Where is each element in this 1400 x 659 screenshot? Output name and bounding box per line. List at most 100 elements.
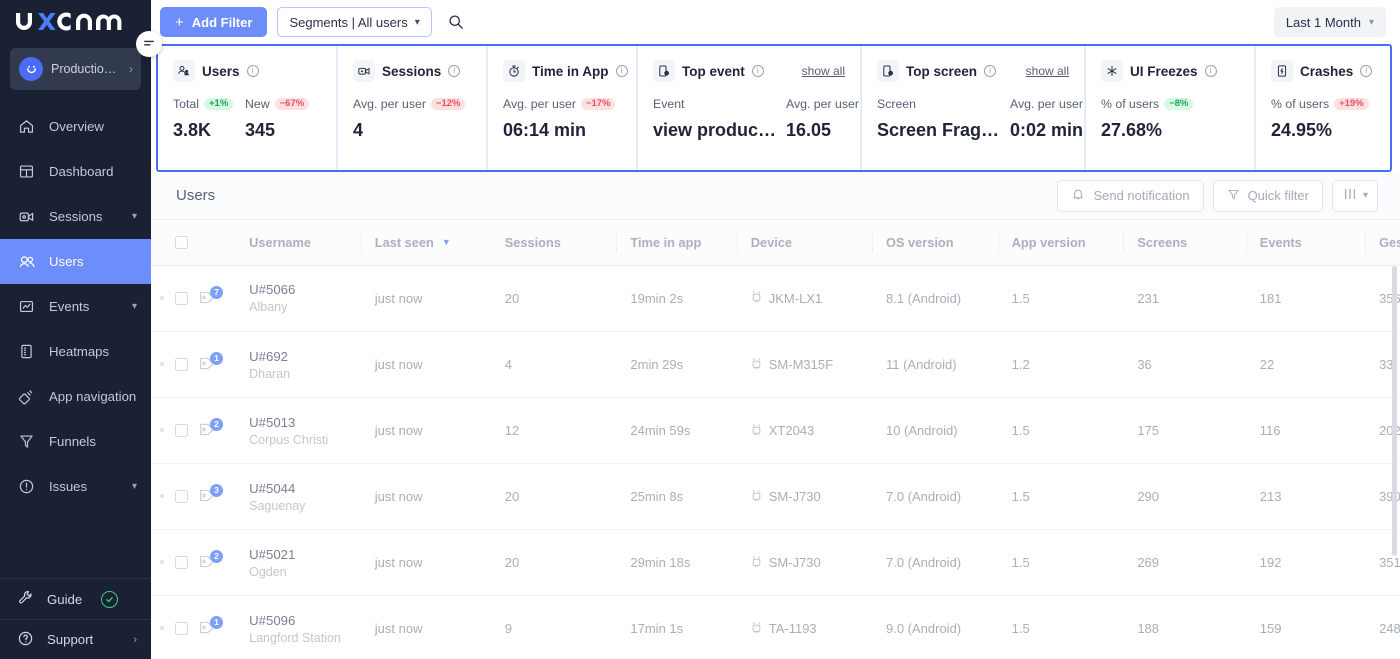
- row-checkbox[interactable]: [175, 622, 188, 635]
- users-table-container[interactable]: Username Last seen ▼ Sessions: [151, 220, 1400, 659]
- sidebar-item-app-navigation[interactable]: App navigation: [0, 374, 151, 419]
- sidebar-item-sessions[interactable]: Sessions ▾: [0, 194, 151, 239]
- sidebar-item-overview[interactable]: Overview: [0, 104, 151, 149]
- sidebar-collapse-button[interactable]: [136, 31, 162, 57]
- column-header-screens[interactable]: Screens: [1123, 220, 1245, 265]
- info-icon[interactable]: i: [448, 65, 460, 77]
- row-select-cell: 7: [151, 266, 235, 332]
- table-row[interactable]: 2U#5013Corpus Christijust now1224min 59s…: [151, 398, 1400, 464]
- cell-username[interactable]: U#5066Albany: [235, 265, 361, 332]
- table-row[interactable]: 1U#692Dharanjust now42min 29sSM-M315F11 …: [151, 332, 1400, 398]
- row-checkbox[interactable]: [175, 358, 188, 371]
- cell-username[interactable]: U#692Dharan: [235, 332, 361, 398]
- cell-username[interactable]: U#5044Saguenay: [235, 464, 361, 530]
- stat-card-time-in-app[interactable]: Time in App i Avg. per user −17% 06:14 m…: [488, 46, 636, 170]
- tag-icon[interactable]: 2: [199, 422, 218, 439]
- table-body: 7U#5066Albanyjust now2019min 2sJKM-LX18.…: [151, 265, 1400, 659]
- table-row[interactable]: 1U#5096Langford Stationjust now917min 1s…: [151, 596, 1400, 659]
- stat-metric-label: Event: [653, 97, 786, 111]
- column-header-app-version[interactable]: App version: [998, 220, 1124, 265]
- stat-metric-label: Avg. per user −12%: [353, 97, 465, 111]
- column-header-time-in-app[interactable]: Time in app: [616, 220, 736, 265]
- heatmaps-icon: [17, 342, 36, 361]
- cell-username[interactable]: U#5021Ogden: [235, 530, 361, 596]
- project-selector[interactable]: Productio… ›: [10, 48, 141, 90]
- chevron-down-icon[interactable]: ▾: [132, 211, 137, 222]
- sidebar-item-issues[interactable]: Issues ▾: [0, 464, 151, 509]
- stat-metric-label: Screen: [877, 97, 1010, 111]
- chevron-down-icon[interactable]: ▾: [132, 301, 137, 312]
- home-icon: [17, 117, 36, 136]
- info-icon[interactable]: i: [616, 65, 628, 77]
- dashboard-icon: [17, 162, 36, 181]
- cell-username[interactable]: U#5013Corpus Christi: [235, 398, 361, 464]
- cell-username[interactable]: U#5096Langford Station: [235, 596, 361, 659]
- tag-icon[interactable]: 7: [199, 290, 218, 307]
- table-row[interactable]: 7U#5066Albanyjust now2019min 2sJKM-LX18.…: [151, 265, 1400, 332]
- row-select-cell: 2: [151, 530, 235, 596]
- select-all-checkbox[interactable]: [175, 236, 188, 249]
- cell-app-version: 1.5: [998, 530, 1124, 596]
- stat-card-sessions[interactable]: Sessions i Avg. per user −12% 4: [338, 46, 486, 170]
- info-icon[interactable]: i: [1360, 65, 1372, 77]
- vertical-scrollbar[interactable]: [1392, 266, 1397, 556]
- row-checkbox[interactable]: [175, 556, 188, 569]
- stat-card-top-event[interactable]: Top event i show all Event view product …: [638, 46, 860, 170]
- sidebar-item-guide[interactable]: Guide: [0, 579, 151, 619]
- sidebar-item-support[interactable]: Support ›: [0, 619, 151, 659]
- show-all-link[interactable]: show all: [1026, 64, 1069, 78]
- column-settings-button[interactable]: ▾: [1332, 180, 1378, 212]
- sidebar-label: Funnels: [49, 434, 151, 449]
- search-icon[interactable]: [444, 10, 468, 34]
- city-text: Albany: [249, 300, 361, 314]
- sidebar-item-dashboard[interactable]: Dashboard: [0, 149, 151, 194]
- date-range-selector[interactable]: Last 1 Month ▾: [1274, 7, 1386, 37]
- stat-card-users[interactable]: Users i Total +1% 3.8K New −67%: [158, 46, 336, 170]
- tag-icon[interactable]: 3: [199, 488, 218, 505]
- show-all-link[interactable]: show all: [802, 64, 845, 78]
- question-icon: [17, 630, 34, 650]
- column-header-username[interactable]: Username: [235, 220, 361, 265]
- stat-metric-value: 24.95%: [1271, 120, 1369, 141]
- tag-icon[interactable]: 2: [199, 554, 218, 571]
- info-icon[interactable]: i: [247, 65, 259, 77]
- send-notification-button[interactable]: Send notification: [1057, 180, 1203, 212]
- row-checkbox[interactable]: [175, 490, 188, 503]
- stat-metric-value: 4: [353, 120, 465, 141]
- android-icon: [751, 290, 762, 306]
- column-header-events[interactable]: Events: [1246, 220, 1365, 265]
- row-checkbox[interactable]: [175, 292, 188, 305]
- android-icon: [751, 423, 762, 439]
- stat-card-crashes[interactable]: Crashes i % of users +19% 24.95%: [1256, 46, 1392, 170]
- tag-icon[interactable]: 1: [199, 620, 218, 637]
- add-filter-button[interactable]: + Add Filter: [160, 7, 267, 37]
- column-label: Time in app: [630, 235, 701, 250]
- freeze-icon: [1101, 60, 1123, 82]
- column-header-last-seen[interactable]: Last seen ▼: [361, 220, 491, 265]
- segments-dropdown[interactable]: Segments | All users ▾: [277, 7, 431, 37]
- sidebar-item-funnels[interactable]: Funnels: [0, 419, 151, 464]
- table-row[interactable]: 3U#5044Saguenayjust now2025min 8sSM-J730…: [151, 464, 1400, 530]
- chevron-down-icon[interactable]: ▾: [132, 481, 137, 492]
- column-header-os-version[interactable]: OS version: [872, 220, 998, 265]
- row-checkbox[interactable]: [175, 424, 188, 437]
- sidebar-item-events[interactable]: Events ▾: [0, 284, 151, 329]
- info-icon[interactable]: i: [752, 65, 764, 77]
- stat-metric-value: 3.8K: [173, 120, 245, 141]
- table-row[interactable]: 2U#5021Ogdenjust now2029min 18sSM-J7307.…: [151, 530, 1400, 596]
- stat-card-ui-freezes[interactable]: UI Freezes i % of users −8% 27.68%: [1086, 46, 1254, 170]
- sidebar-item-users[interactable]: Users: [0, 239, 151, 284]
- column-header-device[interactable]: Device: [737, 220, 872, 265]
- sidebar-item-heatmaps[interactable]: Heatmaps: [0, 329, 151, 374]
- stat-card-top-screen[interactable]: Top screen i show all Screen Screen Frag…: [862, 46, 1084, 170]
- quick-filter-button[interactable]: Quick filter: [1213, 180, 1323, 212]
- column-header-gestures[interactable]: Gestur: [1365, 220, 1400, 265]
- device-text: SM-J730: [769, 489, 821, 504]
- column-header-sessions[interactable]: Sessions: [491, 220, 617, 265]
- stat-metric: Avg. per user 16.05: [786, 97, 859, 141]
- info-icon[interactable]: i: [984, 65, 996, 77]
- info-icon[interactable]: i: [1205, 65, 1217, 77]
- tag-icon[interactable]: 1: [199, 356, 218, 373]
- uxcam-logo[interactable]: [0, 0, 151, 44]
- cell-app-version: 1.2: [998, 332, 1124, 398]
